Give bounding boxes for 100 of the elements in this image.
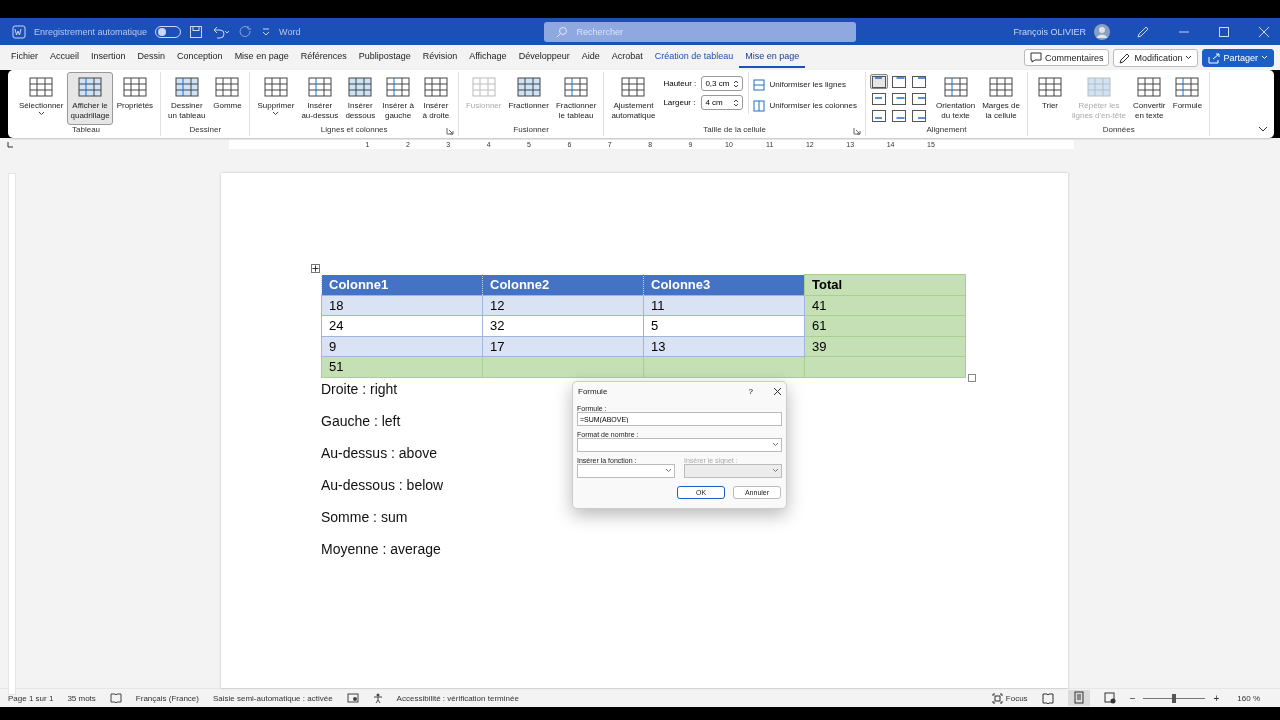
ribbon-button[interactable]: Marges de la cellule — [979, 72, 1023, 125]
ribbon-button[interactable]: Supprimer — [254, 72, 298, 120]
rows-icon — [753, 78, 766, 91]
macro-icon[interactable] — [346, 693, 359, 703]
ribbon-button[interactable]: Orientation du texte — [933, 72, 979, 125]
close-icon[interactable] — [773, 386, 782, 396]
ribbon-button[interactable]: Fractionner le tableau — [552, 72, 600, 125]
web-layout-icon[interactable] — [1103, 692, 1116, 704]
zoom-thumb[interactable] — [1172, 693, 1177, 703]
table-icon — [1174, 75, 1201, 99]
focus-icon — [991, 692, 1003, 704]
table-move-handle-icon[interactable] — [311, 264, 320, 273]
comments-button[interactable]: Commentaires — [1023, 49, 1110, 66]
accessibility-icon[interactable] — [372, 692, 383, 704]
ribbon-tab[interactable]: Publipostage — [352, 47, 417, 68]
auto-fit-button[interactable]: Ajustement automatique — [608, 72, 659, 125]
height-spinner[interactable]: 0,3 cm — [701, 76, 744, 91]
launcher-icon[interactable] — [853, 127, 861, 135]
distribute-columns-button[interactable]: Uniformiser les colonnes — [753, 97, 857, 114]
table-icon — [385, 75, 412, 99]
zoom-out-button[interactable]: − — [1129, 692, 1136, 704]
ribbon-tab[interactable]: Dessin — [131, 47, 172, 68]
ribbon-tab[interactable]: Création de tableau — [648, 47, 740, 68]
ribbon-tab[interactable]: Conception — [171, 47, 229, 68]
book-icon[interactable] — [109, 693, 122, 703]
align-button[interactable] — [870, 91, 888, 106]
search-field[interactable]: Rechercher — [544, 21, 857, 42]
align-button[interactable] — [890, 91, 908, 106]
ribbon-tab[interactable]: Insertion — [85, 47, 132, 68]
ribbon-button[interactable]: Sélectionner — [16, 72, 67, 120]
table-cell: 12 — [482, 295, 644, 316]
ribbon-tab[interactable]: Affichage — [463, 47, 513, 68]
ribbon-button[interactable]: Insérer à droite — [417, 72, 454, 125]
avatar-icon[interactable] — [1094, 23, 1110, 40]
align-button[interactable] — [870, 74, 888, 89]
align-button[interactable] — [890, 74, 908, 89]
customize-icon[interactable] — [261, 25, 272, 38]
editing-button[interactable]: Modification — [1113, 48, 1199, 67]
ribbon-tab[interactable]: Développeur — [512, 47, 576, 68]
table-icon — [620, 75, 647, 99]
read-mode-icon[interactable] — [1041, 692, 1054, 704]
print-layout-icon[interactable] — [1067, 690, 1090, 706]
caret-icon — [272, 111, 280, 117]
align-button[interactable] — [910, 91, 928, 106]
share-button[interactable]: Partager — [1202, 48, 1274, 67]
ribbon-button[interactable]: Propriétés — [113, 72, 157, 115]
table-cell: 24 — [321, 315, 483, 336]
collapse-icon[interactable] — [1258, 126, 1268, 132]
help-button[interactable]: ? — [748, 386, 753, 396]
ribbon-tab[interactable]: Révision — [416, 47, 464, 68]
app-name: Word — [279, 26, 301, 37]
save-icon[interactable] — [189, 24, 204, 39]
status-item[interactable]: 35 mots — [67, 693, 96, 703]
maximize-icon[interactable] — [1218, 25, 1230, 38]
status-item[interactable]: Page 1 sur 1 — [8, 693, 54, 703]
group-label: Taille de la cellule — [703, 125, 767, 134]
ribbon-tab[interactable]: Références — [294, 47, 353, 68]
status-item[interactable]: Français (France) — [135, 693, 199, 703]
redo-icon[interactable] — [239, 24, 254, 39]
table-cell: 18 — [321, 295, 483, 316]
align-button[interactable] — [910, 108, 928, 123]
table-resize-handle-icon[interactable] — [968, 374, 976, 382]
table-icon — [306, 75, 333, 99]
width-spinner[interactable]: 4 cm — [701, 95, 744, 110]
ribbon-button[interactable]: Insérer à gauche — [379, 72, 417, 125]
ribbon-button[interactable]: Fractionner — [505, 72, 552, 115]
ribbon-button[interactable]: Insérer dessous — [342, 72, 379, 125]
share-icon — [1208, 51, 1221, 64]
ribbon-button[interactable]: Trier — [1031, 72, 1068, 115]
ribbon-button[interactable]: Convertir en texte — [1129, 72, 1169, 125]
ribbon-button[interactable]: Dessiner un tableau — [165, 72, 209, 125]
tab-selector-icon[interactable] — [6, 140, 14, 149]
ribbon-button[interactable]: Afficher le quadrillage — [67, 72, 113, 125]
ribbon-button[interactable]: Formule — [1169, 72, 1206, 115]
undo-icon[interactable] — [211, 24, 232, 39]
status-item[interactable]: Saisie semi-automatique : activée — [212, 693, 333, 703]
ribbon-button[interactable]: Insérer au-dessus — [298, 72, 342, 125]
table-icon — [563, 75, 590, 99]
ribbon-button[interactable]: Gomme — [209, 72, 246, 115]
ribbon-tab[interactable]: Acrobat — [605, 47, 649, 68]
status-item[interactable]: Accessibilité : vérification terminée — [396, 693, 519, 703]
distribute-rows-button[interactable]: Uniformiser les lignes — [753, 76, 857, 93]
ribbon-tab[interactable]: Mise en page — [739, 47, 806, 68]
word-logo-icon — [12, 24, 26, 39]
pen-icon[interactable] — [1136, 24, 1150, 39]
zoom-in-button[interactable]: + — [1213, 692, 1220, 704]
align-button[interactable] — [870, 108, 888, 123]
align-button[interactable] — [910, 74, 928, 89]
ribbon-tab[interactable]: Accueil — [44, 47, 86, 68]
ribbon-tab[interactable]: Mise en page — [228, 47, 295, 68]
zoom-level[interactable]: 160 % — [1237, 693, 1260, 703]
ribbon-tab[interactable]: Fichier — [5, 47, 44, 68]
dialog-title: Formule — [578, 386, 608, 396]
table-cell: 9 — [321, 336, 483, 357]
group-label: Alignement — [926, 125, 967, 134]
focus-button[interactable]: Focus — [991, 692, 1028, 704]
align-button[interactable] — [890, 108, 908, 123]
launcher-icon[interactable] — [445, 127, 454, 135]
column-header: Total — [804, 274, 966, 295]
ribbon-tab[interactable]: Aide — [575, 47, 606, 68]
